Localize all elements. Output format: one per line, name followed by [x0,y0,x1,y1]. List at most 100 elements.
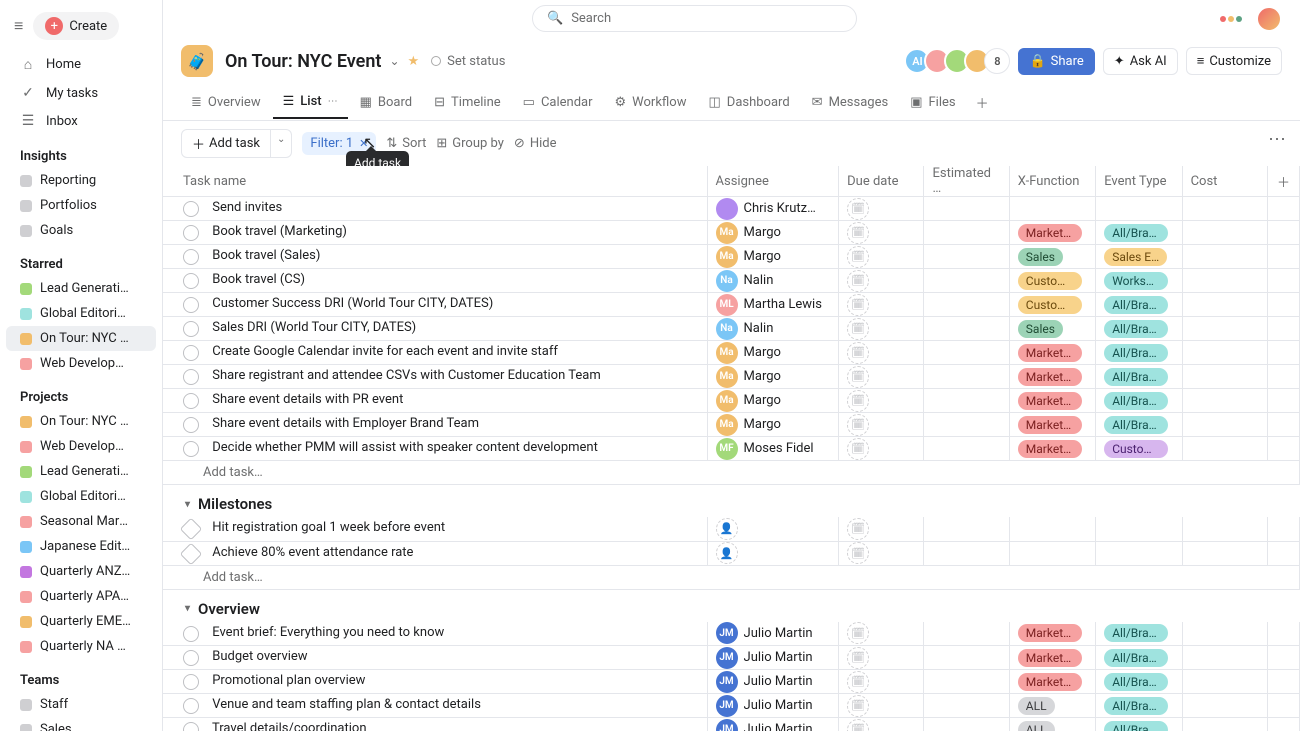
sidebar-section-title[interactable]: Projects [0,376,162,409]
traffic-light-icon[interactable] [1220,16,1244,22]
event-type-cell[interactable]: All/Bran… [1096,317,1182,341]
event-type-cell[interactable]: All/Bran… [1096,622,1182,646]
xfunction-cell[interactable] [1009,517,1095,541]
calendar-icon[interactable]: 🗓 [847,542,869,564]
xfunction-cell[interactable]: Custom… [1009,269,1095,293]
tag-chip[interactable]: ALL [1018,697,1055,715]
assignee-cell[interactable]: MaMargo [716,246,831,268]
view-tab[interactable]: ✉ Messages [802,87,899,118]
sidebar-project-item[interactable]: Quarterly NA Editorial Ca… › [0,634,162,659]
cost-cell[interactable] [1182,541,1267,565]
more-icon[interactable]: ⋯ [1268,129,1286,150]
tab-menu-icon[interactable]: ⋯ [328,96,338,107]
add-task-row[interactable]: Add task… [163,565,1300,589]
cost-cell[interactable] [1182,718,1267,731]
complete-checkbox[interactable]: ✓ [180,518,203,541]
event-type-cell[interactable]: All/Bran… [1096,718,1182,731]
event-type-cell[interactable] [1096,517,1182,541]
cost-cell[interactable] [1182,293,1267,317]
assignee-cell[interactable]: JMJulio Martin [716,622,831,644]
sidebar-project-item[interactable]: Quarterly ANZ Editorial C… › [0,559,162,584]
xfunction-cell[interactable] [1009,197,1095,221]
calendar-icon[interactable]: 🗓 [847,318,869,340]
assignee-cell[interactable]: 👤 [716,518,831,540]
assignee-cell[interactable]: MaMargo [716,366,831,388]
sidebar-project-item[interactable]: Web Development Sprint… › [0,434,162,459]
xfunction-cell[interactable]: Sales [1009,245,1095,269]
task-row[interactable]: ✓ Venue and team staffing plan & contact… [163,694,1300,718]
complete-checkbox[interactable]: ✓ [183,201,199,217]
event-type-cell[interactable]: All/Bran… [1096,646,1182,670]
estimated-cell[interactable] [924,694,1009,718]
task-row[interactable]: ✓ Book travel (CS) NaNalin 🗓 Custom… Wor… [163,269,1300,293]
tag-chip[interactable]: Marketing [1018,392,1082,410]
calendar-icon[interactable]: 🗓 [847,695,869,717]
estimated-cell[interactable] [924,197,1009,221]
task-name[interactable]: Book travel (Sales) [212,248,320,263]
sidebar-section-title[interactable]: Insights [0,135,162,168]
tag-chip[interactable]: All/Bran… [1104,721,1168,731]
nav-item[interactable]: ☰ Inbox [0,107,162,135]
calendar-icon[interactable]: 🗓 [847,414,869,436]
cost-cell[interactable] [1182,646,1267,670]
estimated-cell[interactable] [924,541,1009,565]
assign-icon[interactable]: 👤 [716,518,738,540]
sidebar-project-item[interactable]: Lead Generation Ca… › [0,459,162,484]
assignee-cell[interactable]: MLMartha Lewis [716,294,831,316]
estimated-cell[interactable] [924,622,1009,646]
event-type-cell[interactable]: All/Bran… [1096,694,1182,718]
sidebar-project-item[interactable]: Global Editorial Cal… › [0,301,162,326]
collapse-icon[interactable]: ▾ [185,603,190,614]
tag-chip[interactable]: Workshop [1104,272,1168,290]
view-tab[interactable]: ⚙ Workflow [605,87,697,118]
task-row[interactable]: ✓ Customer Success DRI (World Tour CITY,… [163,293,1300,317]
cost-cell[interactable] [1182,245,1267,269]
cost-cell[interactable] [1182,622,1267,646]
event-type-cell[interactable]: All/Bran… [1096,413,1182,437]
assignee-cell[interactable]: NaNalin [716,270,831,292]
tag-chip[interactable]: Marketing [1018,224,1082,242]
assignee-cell[interactable]: 👤 [716,542,831,564]
task-name[interactable]: Create Google Calendar invite for each e… [212,344,558,359]
complete-checkbox[interactable]: ✓ [183,393,199,409]
tag-chip[interactable]: All/Bran… [1104,697,1168,715]
cost-cell[interactable] [1182,694,1267,718]
view-tab[interactable]: ☰ List ⋯ [273,86,348,119]
create-button[interactable]: + Create [33,12,119,40]
event-type-cell[interactable]: All/Bran… [1096,341,1182,365]
estimated-cell[interactable] [924,517,1009,541]
tag-chip[interactable]: All/Bran… [1104,392,1168,410]
tag-chip[interactable]: Custom… [1018,272,1082,290]
estimated-cell[interactable] [924,413,1009,437]
sidebar-project-item[interactable]: On Tour: NYC Event › [0,409,162,434]
calendar-icon[interactable]: 🗓 [847,222,869,244]
task-row[interactable]: ✓ Hit registration goal 1 week before ev… [163,517,1300,541]
task-row[interactable]: ✓ Share event details with Employer Bran… [163,413,1300,437]
cost-cell[interactable] [1182,341,1267,365]
estimated-cell[interactable] [924,245,1009,269]
complete-checkbox[interactable]: ✓ [183,321,199,337]
task-name[interactable]: Achieve 80% event attendance rate [212,545,413,560]
tag-chip[interactable]: All/Bran… [1104,624,1168,642]
event-type-cell[interactable]: Sales E… [1096,245,1182,269]
event-type-cell[interactable]: Workshop [1096,269,1182,293]
task-row[interactable]: ✓ Achieve 80% event attendance rate 👤 🗓 [163,541,1300,565]
task-name[interactable]: Decide whether PMM will assist with spea… [212,440,598,455]
complete-checkbox[interactable]: ✓ [183,273,199,289]
calendar-icon[interactable]: 🗓 [847,198,869,220]
task-name[interactable]: Event brief: Everything you need to know [212,625,444,640]
sidebar-project-item[interactable]: Goals › [0,218,162,243]
xfunction-cell[interactable]: Custom… [1009,293,1095,317]
task-name[interactable]: Share event details with Employer Brand … [212,416,479,431]
sidebar-project-item[interactable]: Seasonal Marketing Cam… › [0,509,162,534]
col-est[interactable]: Estimated … [924,166,1009,197]
calendar-icon[interactable]: 🗓 [847,270,869,292]
xfunction-cell[interactable]: Marketing [1009,622,1095,646]
assignee-cell[interactable]: JMJulio Martin [716,647,831,669]
task-name[interactable]: Book travel (CS) [212,272,305,287]
complete-checkbox[interactable]: ✓ [183,650,199,666]
tag-chip[interactable]: Sales [1018,248,1063,266]
xfunction-cell[interactable]: Marketing [1009,670,1095,694]
tag-chip[interactable]: All/Bran… [1104,368,1168,386]
task-name[interactable]: Share registrant and attendee CSVs with … [212,368,601,383]
